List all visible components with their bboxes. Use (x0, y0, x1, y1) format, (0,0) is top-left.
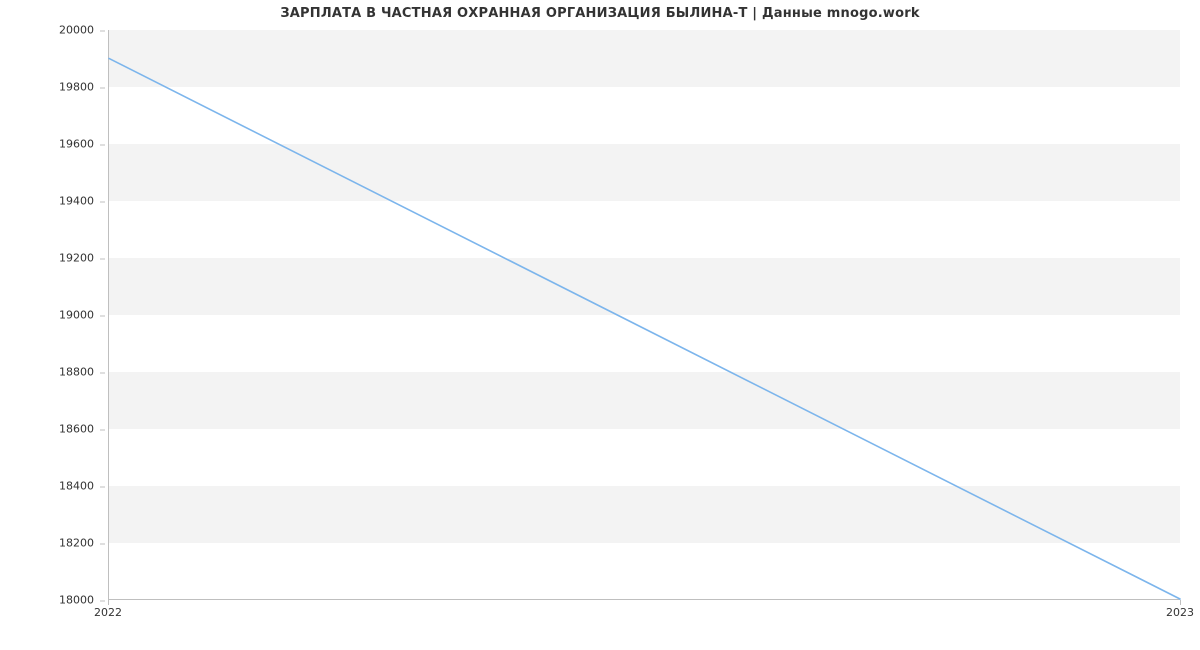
chart-title: ЗАРПЛАТА В ЧАСТНАЯ ОХРАННАЯ ОРГАНИЗАЦИЯ … (0, 6, 1200, 21)
y-tick: 19400 (0, 195, 100, 208)
y-tick: 18000 (0, 594, 100, 607)
line-series (109, 30, 1180, 599)
y-tick: 19000 (0, 309, 100, 322)
chart-container: ЗАРПЛАТА В ЧАСТНАЯ ОХРАННАЯ ОРГАНИЗАЦИЯ … (0, 0, 1200, 650)
y-tick: 19600 (0, 138, 100, 151)
x-tick: 2023 (1166, 606, 1194, 619)
y-tick: 18200 (0, 537, 100, 550)
plot-area (108, 30, 1180, 600)
x-axis: 2022 2023 (108, 600, 1180, 620)
y-tick: 20000 (0, 24, 100, 37)
x-tick: 2022 (94, 606, 122, 619)
y-axis: 18000 18200 18400 18600 18800 19000 1920… (0, 30, 100, 600)
y-tick: 19800 (0, 81, 100, 94)
y-tick: 18800 (0, 366, 100, 379)
y-tick: 19200 (0, 252, 100, 265)
y-tick: 18600 (0, 423, 100, 436)
y-tick: 18400 (0, 480, 100, 493)
